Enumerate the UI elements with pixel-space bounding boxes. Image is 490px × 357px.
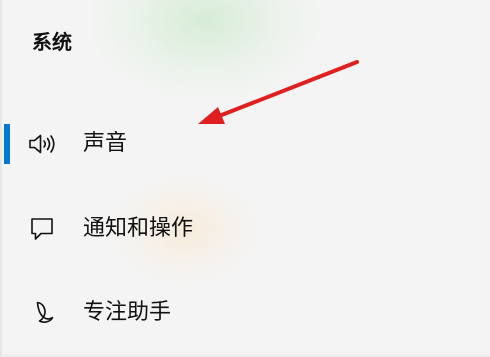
sidebar-item-focus-assist[interactable]: 专注助手 [0,285,470,341]
settings-sidebar: 系统 声音 通知和操作 专注助手 [0,0,490,357]
moon-icon [28,300,56,326]
background-glow-green [90,0,320,100]
sidebar-item-label: 通知和操作 [83,216,194,241]
sidebar-item-label: 专注助手 [83,300,172,325]
sidebar-item-label: 声音 [83,131,128,156]
sidebar-item-sound[interactable]: 声音 [0,116,470,172]
notification-icon [28,216,56,242]
selected-indicator [4,124,10,164]
sidebar-item-notifications[interactable]: 通知和操作 [0,201,470,257]
section-title: 系统 [32,30,72,54]
speaker-icon [28,131,56,157]
